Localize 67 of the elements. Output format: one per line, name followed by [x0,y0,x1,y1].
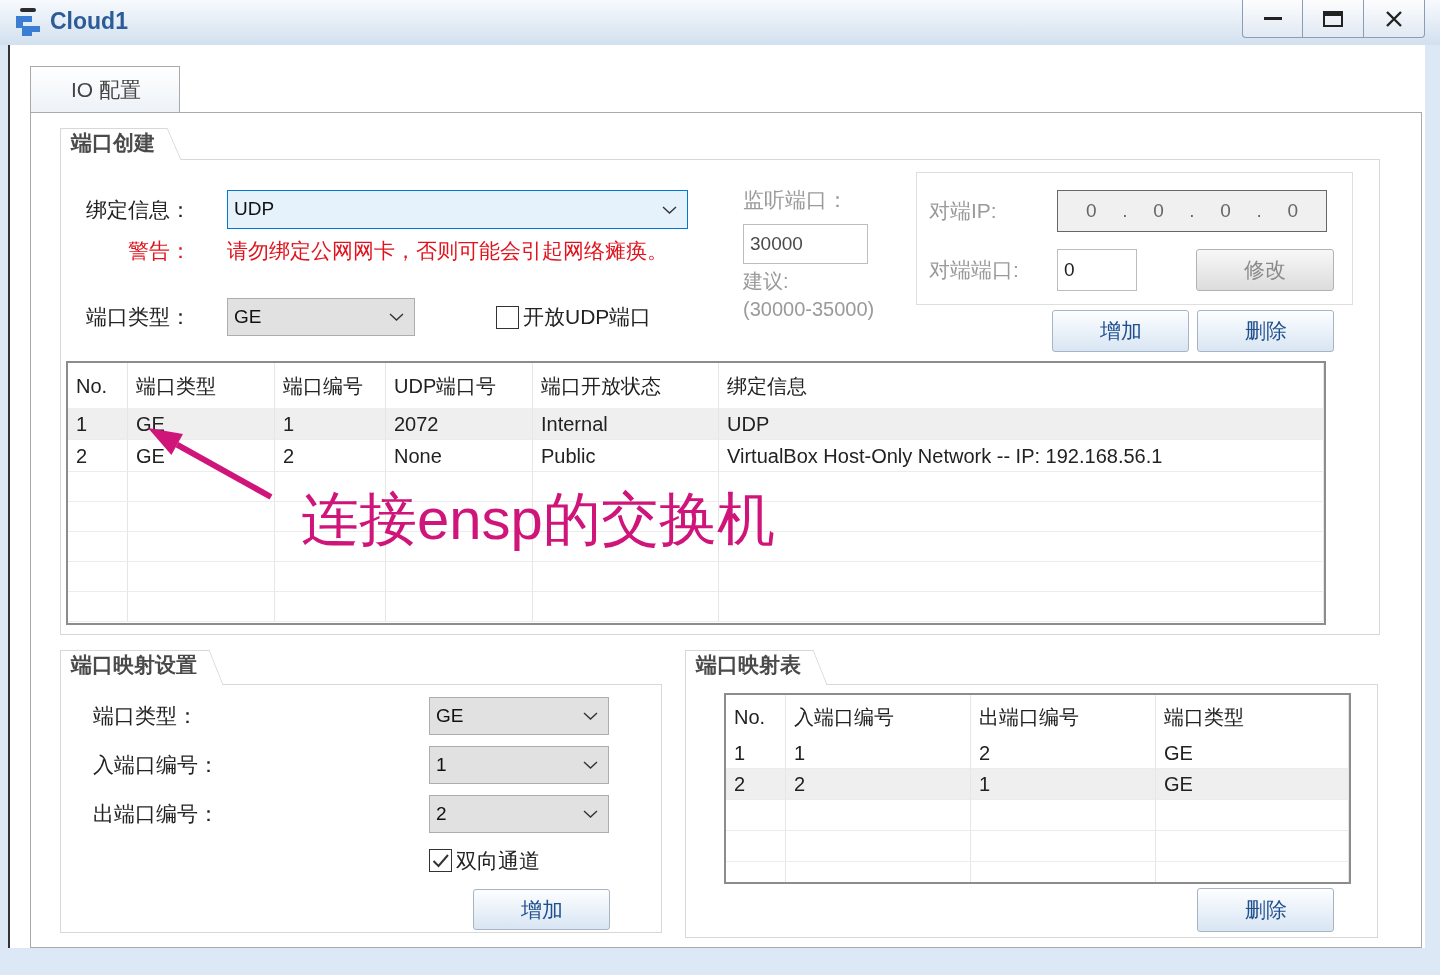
chevron-down-icon [583,810,598,818]
table-cell: GE [1156,769,1349,799]
table-cell: 1 [68,408,128,439]
delete-button[interactable]: 删除 [1197,310,1334,352]
close-icon [1386,10,1402,27]
checkbox-label: 开放UDP端口 [523,304,652,330]
add-button[interactable]: 增加 [1052,310,1189,352]
checkbox-label: 双向通道 [456,848,540,874]
table-cell: 1 [786,738,971,768]
chevron-down-icon [583,761,598,769]
app-icon [14,8,42,36]
table-cell: VirtualBox Host-Only Network -- IP: 192.168.56.1 [719,440,1324,471]
table-cell: GE [1156,738,1349,768]
table-cell: 1 [971,769,1156,799]
checkmark-icon [431,853,450,869]
column-header[interactable]: 端口类型 [1156,695,1349,738]
dropdown-select[interactable]: 2 [429,795,609,833]
field-label: 出端口编号： [93,801,220,827]
warning-text: 请勿绑定公网网卡，否则可能会引起网络瘫痪。 [227,238,668,264]
field-label: 端口类型： [93,703,199,729]
checkbox[interactable] [429,849,452,873]
table-cell: 2 [726,769,786,799]
field-label: 绑定信息： [86,196,191,223]
minimize-button[interactable] [1242,0,1303,38]
field-label: 端口类型： [86,304,191,330]
table-cell: Internal [533,408,719,439]
field-label: 入端口编号： [93,752,220,778]
table-cell: 1 [726,738,786,768]
table-cell: 2 [68,440,128,471]
table-cell: 2 [786,769,971,799]
annotation-text: 连接ensp的交换机 [301,487,775,551]
group-title: 端口映射设置 [60,650,223,685]
checkbox[interactable] [496,305,519,329]
table-cell: Public [533,440,719,471]
window-title: Cloud1 [50,8,128,36]
table-row[interactable]: 2 2 1 GE [726,769,1349,800]
column-header[interactable]: 出端口编号 [971,695,1156,738]
column-header[interactable]: No. [726,695,786,738]
field-label: 监听端口： [743,188,849,212]
table-cell: 2072 [386,408,533,439]
dropdown-select[interactable]: GE [429,697,609,735]
chevron-down-icon [389,313,404,321]
add-button[interactable]: 增加 [473,889,610,930]
table-cell: 2 [275,440,386,471]
hint-text: (30000-35000) [743,298,876,320]
table-cell: 1 [275,408,386,439]
table-cell: UDP [719,408,1324,439]
warning-label: 警告： [127,238,191,264]
table-cell: 2 [971,738,1156,768]
group-title: 端口创建 [60,128,181,160]
table-cell: None [386,440,533,471]
field-label: 对端端口: [929,257,1020,283]
chevron-down-icon [662,205,677,214]
field-label: 对端IP: [929,198,998,224]
hint-text: 建议: [743,270,790,292]
close-button[interactable] [1364,0,1425,38]
maximize-icon [1323,10,1343,27]
chevron-down-icon [583,712,598,720]
binding-select[interactable]: UDP [227,190,688,229]
tab[interactable]: IO 配置 [30,66,180,112]
dropdown-select[interactable]: 1 [429,746,609,784]
delete-button[interactable]: 删除 [1197,888,1334,932]
port-type-select[interactable]: GE [227,298,415,336]
maximize-button[interactable] [1303,0,1364,38]
column-header[interactable]: 入端口编号 [786,695,971,738]
minimize-icon [1263,17,1282,20]
group-title: 端口映射表 [685,650,827,685]
